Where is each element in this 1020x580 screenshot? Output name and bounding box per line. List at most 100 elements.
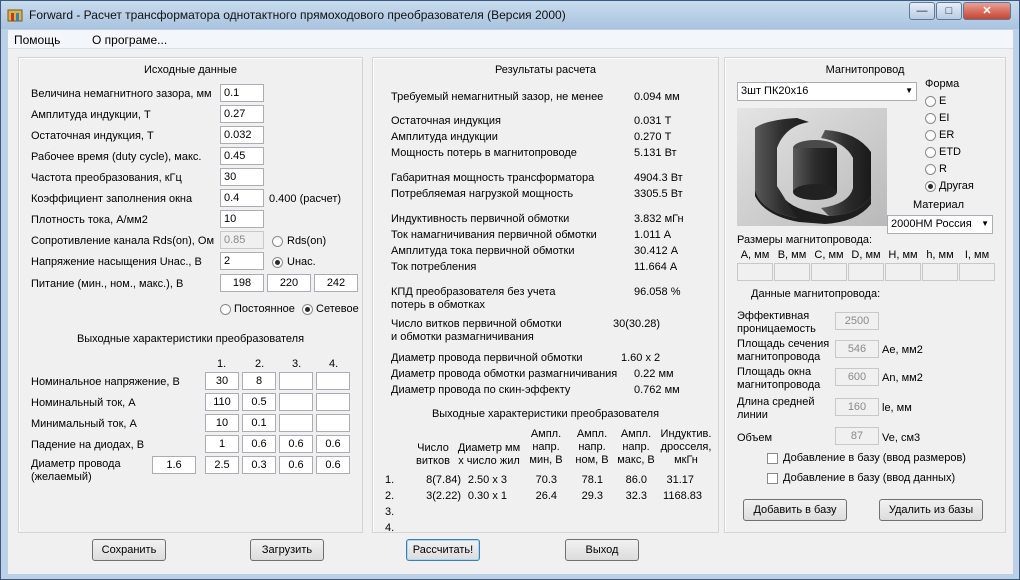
calculate-button[interactable]: Рассчитать! [406,539,480,561]
dim-c-label: С, мм [814,249,844,261]
supply-max-input[interactable]: 242 [314,274,358,292]
param-ve-value[interactable]: 87 [835,427,879,445]
close-button[interactable]: ✕ [963,2,1011,20]
res-dia-skin-label: Диаметр провода по скин-эффекту [391,384,571,396]
shape-radio-other[interactable] [925,181,936,192]
load-button[interactable]: Загрузить [250,539,324,561]
min-current-2[interactable]: 0.1 [242,414,276,432]
nom-voltage-label: Номинальное напряжение, В [31,376,180,388]
shape-radio-e[interactable] [925,96,936,107]
min-current-label: Минимальный ток, А [31,418,137,430]
maximize-icon: □ [945,5,953,17]
param-le-value[interactable]: 160 [835,398,879,416]
delete-from-db-button[interactable]: Удалить из базы [879,499,983,521]
col-umin-header: Ампл. напр. мин, В [529,428,563,466]
duty-cycle-input[interactable]: 0.45 [220,147,264,165]
out-col-4: 4. [329,358,339,370]
shape-radio-ei[interactable] [925,113,936,124]
nom-voltage-3[interactable] [279,372,313,390]
shape-radio-er[interactable] [925,130,936,141]
res-amplitude-value: 0.270 Т [634,131,672,143]
dim-i-input[interactable] [959,263,995,281]
dim-hh-input[interactable] [922,263,958,281]
row-umin: 70.3 [535,474,557,486]
menu-about[interactable]: О програме... [92,33,167,47]
param-permeability-value[interactable]: 2500 [835,312,879,330]
residual-induction-input[interactable]: 0.032 [220,126,264,144]
col-unom-header: Ампл. напр. ном, В [575,428,609,466]
usat-radio[interactable] [272,257,283,268]
supply-min-input[interactable]: 198 [220,274,264,292]
rds-radio[interactable] [272,236,283,247]
res-inductance-label: Индуктивность первичной обмотки [391,213,570,225]
param-an-value[interactable]: 600 [835,368,879,386]
nom-current-4[interactable] [316,393,350,411]
diode-drop-4[interactable]: 0.6 [316,435,350,453]
dim-d-input[interactable] [848,263,884,281]
dim-a-input[interactable] [737,263,773,281]
nom-voltage-2[interactable]: 8 [242,372,276,390]
usat-radio-label: Uнас. [287,256,316,268]
add-dims-checkbox[interactable] [767,453,778,464]
add-to-db-button[interactable]: Добавить в базу [743,499,847,521]
wire-dia-label-2: (желаемый) [31,471,92,483]
wire-dia-extra[interactable]: 1.6 [152,456,196,474]
rds-label: Сопротивление канала Rds(on), Ом [31,235,215,247]
supply-nom-input[interactable]: 220 [267,274,311,292]
res-dia-skin-value: 0.762 мм [634,384,680,396]
diode-drop-2[interactable]: 0.6 [242,435,276,453]
window-fill-input[interactable]: 0.4 [220,189,264,207]
core-select[interactable]: 3шт ПК20х16 ▼ [737,82,917,101]
wire-dia-label: Диаметр провода [31,458,121,470]
dc-radio[interactable] [220,304,231,315]
input-panel-title: Исходные данные [144,64,237,76]
diode-drop-3[interactable]: 0.6 [279,435,313,453]
residual-induction-label: Остаточная индукция, Т [31,130,154,142]
induction-amp-input[interactable]: 0.27 [220,105,264,123]
minimize-button[interactable]: — [909,2,935,20]
chevron-down-icon: ▼ [981,219,989,228]
res-turns-label-2: и обмотки размагничивания [391,331,534,343]
res-overall-power-value: 4904.3 Вт [634,172,683,184]
nom-current-2[interactable]: 0.5 [242,393,276,411]
col-turns-header: Число витков [416,442,450,467]
shape-label-etd: ETD [939,146,961,158]
material-select[interactable]: 2000НМ Россия ▼ [887,215,993,234]
main-window: Forward - Расчет трансформатора однотакт… [0,0,1020,580]
exit-button[interactable]: Выход [565,539,639,561]
wire-dia-4[interactable]: 0.6 [316,456,350,474]
wire-dia-1[interactable]: 2.5 [205,456,239,474]
param-le-unit: le, мм [882,402,912,414]
shape-radio-etd[interactable] [925,147,936,158]
nom-voltage-4[interactable] [316,372,350,390]
usat-label: Напряжение насыщения Uнас., В [31,256,202,268]
min-current-1[interactable]: 10 [205,414,239,432]
save-button[interactable]: Сохранить [92,539,166,561]
results-title: Результаты расчета [494,64,597,76]
maximize-button[interactable]: □ [936,2,962,20]
diode-drop-1[interactable]: 1 [205,435,239,453]
nom-current-3[interactable] [279,393,313,411]
add-data-checkbox[interactable] [767,473,778,484]
dim-c-input[interactable] [811,263,847,281]
param-ae-value[interactable]: 546 [835,340,879,358]
current-density-input[interactable]: 10 [220,210,264,228]
row-inductance: 31.17 [666,474,694,486]
gap-input[interactable]: 0.1 [220,84,264,102]
rds-input[interactable]: 0.85 [220,231,264,249]
dim-h-input[interactable] [885,263,921,281]
shape-radio-r[interactable] [925,164,936,175]
param-ae-label: Площадь сечения магнитопровода [737,338,830,363]
row-umax: 32.3 [625,490,647,502]
nom-current-1[interactable]: 110 [205,393,239,411]
usat-input[interactable]: 2 [220,252,264,270]
ac-radio[interactable] [302,304,313,315]
menu-help[interactable]: Помощь [14,33,60,47]
dim-b-input[interactable] [774,263,810,281]
min-current-3[interactable] [279,414,313,432]
wire-dia-2[interactable]: 0.3 [242,456,276,474]
wire-dia-3[interactable]: 0.6 [279,456,313,474]
min-current-4[interactable] [316,414,350,432]
frequency-input[interactable]: 30 [220,168,264,186]
nom-voltage-1[interactable]: 30 [205,372,239,390]
